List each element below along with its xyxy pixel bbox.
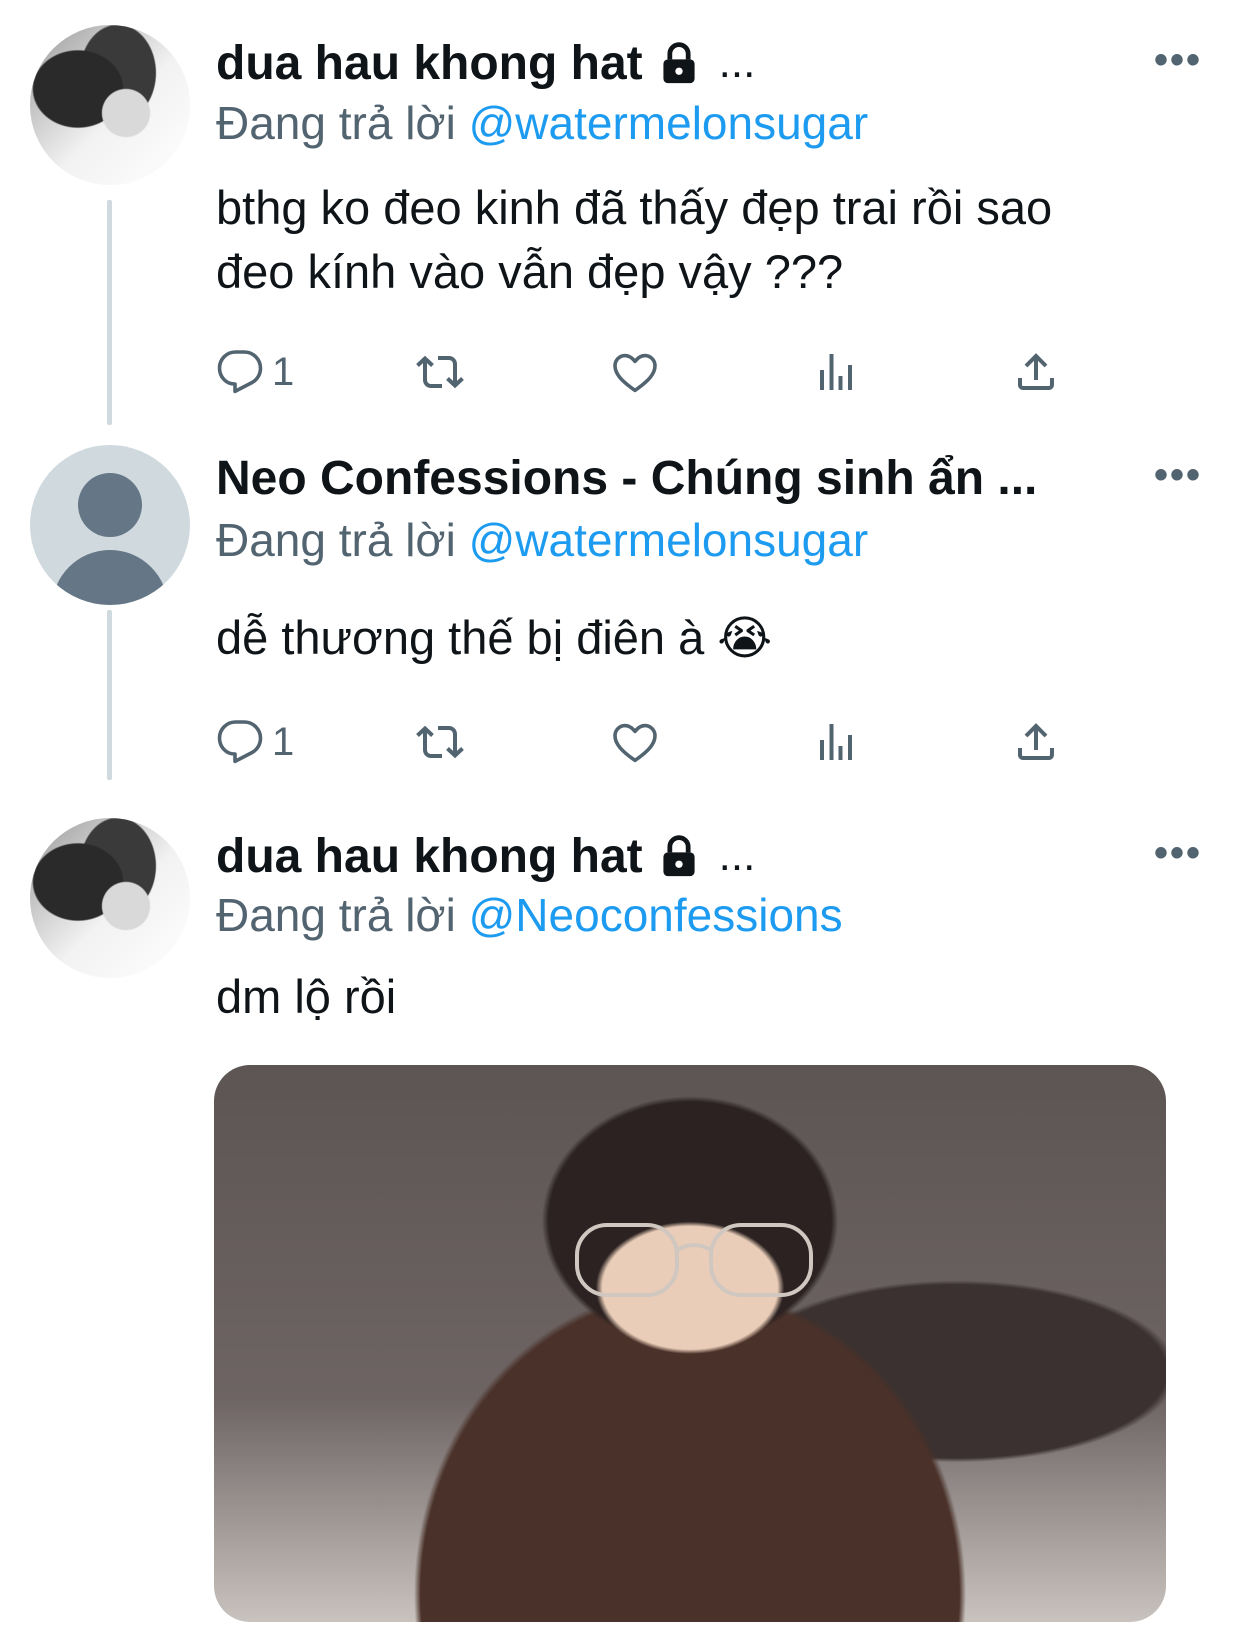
retweet-button[interactable] (416, 342, 464, 402)
reply-prefix: Đang trả lời (216, 97, 456, 149)
tweet-text: bthg ko đeo kinh đã thấy đẹp trai rồi sa… (216, 176, 1052, 304)
retweet-icon (416, 355, 464, 389)
tweet-author-row: Neo Confessions - Chúng sinh ẩn ... (216, 448, 1037, 508)
views-button[interactable] (812, 342, 860, 402)
reply-context: Đang trả lời @Neoconfessions (216, 888, 843, 942)
reply-count: 1 (272, 719, 295, 764)
reply-prefix: Đang trả lời (216, 889, 456, 941)
tweet-text: dm lộ rồi (216, 965, 396, 1029)
retweet-icon (416, 725, 464, 759)
name-truncation: ... (718, 38, 756, 87)
share-icon (1018, 353, 1054, 390)
author-name[interactable]: dua hau khong hat (216, 36, 643, 91)
reply-icon (217, 720, 263, 764)
like-button[interactable] (611, 342, 659, 402)
author-name[interactable]: dua hau khong hat (216, 829, 643, 884)
tweet-text-line: bthg ko đeo kinh đã thấy đẹp trai rồi sa… (216, 181, 1053, 234)
more-options-button[interactable]: ••• (1154, 453, 1202, 498)
retweet-button[interactable] (416, 712, 464, 772)
tweet-text-line: dm lộ rồi (216, 970, 397, 1023)
author-name[interactable]: Neo Confessions - Chúng sinh ẩn ... (216, 451, 1037, 506)
reply-handle-link[interactable]: @watermelonsugar (469, 514, 869, 566)
lock-icon (657, 834, 701, 878)
thread-line (107, 610, 112, 780)
reply-context: Đang trả lời @watermelonsugar (216, 96, 868, 150)
views-button[interactable] (812, 712, 860, 772)
tweet-media-photo[interactable] (214, 1065, 1166, 1622)
thread-line (107, 200, 112, 425)
more-options-button[interactable]: ••• (1154, 38, 1202, 83)
avatar[interactable] (30, 25, 190, 185)
heart-icon (613, 723, 657, 763)
default-avatar-head (78, 473, 142, 537)
reply-button[interactable]: 1 (216, 712, 294, 772)
avatar[interactable] (30, 818, 190, 978)
views-icon (820, 724, 852, 760)
reply-icon (217, 350, 263, 394)
tweet-author-row: dua hau khong hat ... (216, 826, 755, 886)
reply-count: 1 (272, 349, 295, 394)
reply-handle-link[interactable]: @Neoconfessions (469, 889, 843, 941)
reply-prefix: Đang trả lời (216, 514, 456, 566)
views-icon (820, 354, 852, 390)
action-bar: 1 (216, 342, 1096, 402)
share-button[interactable] (1012, 342, 1060, 402)
share-icon (1018, 723, 1054, 760)
heart-icon (613, 353, 657, 393)
name-truncation: ... (718, 831, 756, 880)
avatar[interactable] (30, 445, 190, 605)
reply-context: Đang trả lời @watermelonsugar (216, 513, 868, 567)
share-button[interactable] (1012, 712, 1060, 772)
glasses-shape (575, 1223, 813, 1297)
action-bar: 1 (216, 712, 1096, 772)
tweet-author-row: dua hau khong hat ... (216, 33, 755, 93)
tweet-text-line: đeo kính vào vẫn đẹp vậy ??? (216, 245, 844, 298)
reply-handle-link[interactable]: @watermelonsugar (469, 97, 869, 149)
tweet-text: dễ thương thế bị điên à 😭 (216, 606, 772, 670)
like-button[interactable] (611, 712, 659, 772)
tweet-text-line: dễ thương thế bị điên à 😭 (216, 611, 773, 664)
default-avatar-body (52, 550, 168, 605)
lock-icon (657, 41, 701, 85)
more-options-button[interactable]: ••• (1154, 831, 1202, 876)
reply-button[interactable]: 1 (216, 342, 294, 402)
